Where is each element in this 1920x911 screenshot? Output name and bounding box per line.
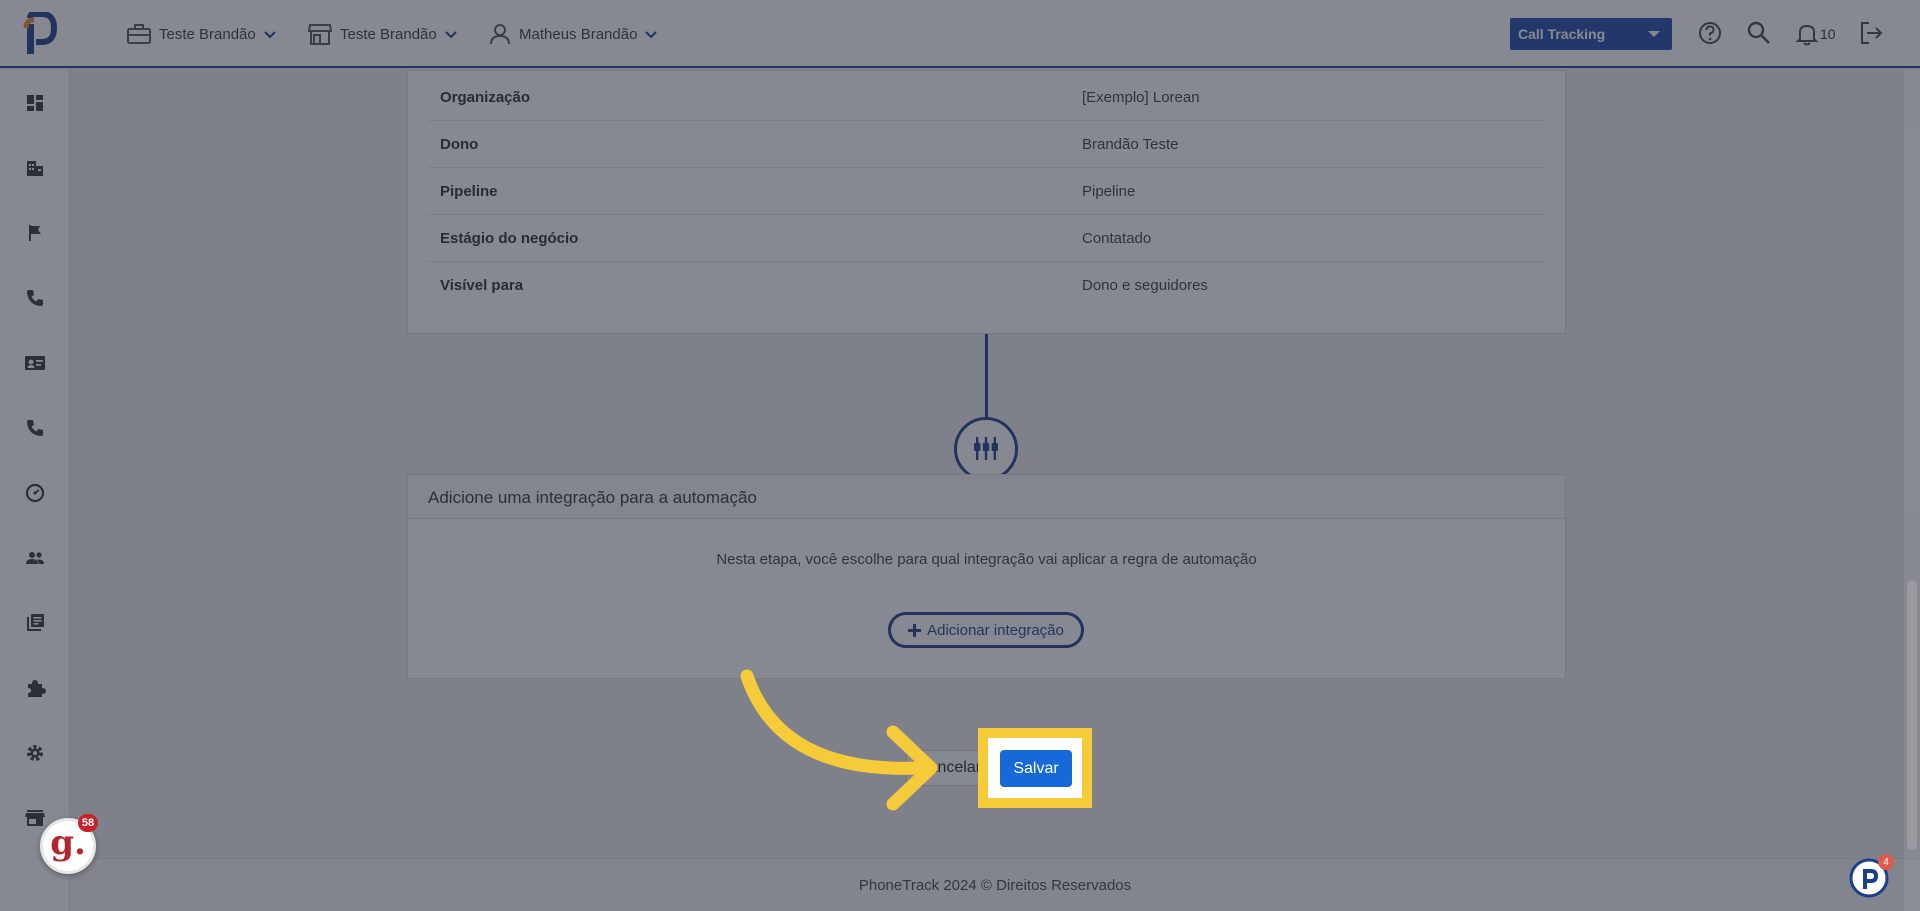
integration-card-title: Adicione uma integração para a automação	[408, 475, 1565, 519]
top-bar: Teste Brandão Teste Brandão Matheus Bran…	[0, 0, 1920, 68]
footer-text: PhoneTrack 2024 © Direitos Reservados	[858, 876, 1132, 894]
sidebar-item-settings[interactable]	[24, 742, 46, 764]
integration-card-description: Nesta etapa, você escolhe para qual inte…	[716, 551, 1257, 568]
sidebar-item-dashboard[interactable]	[24, 92, 46, 114]
store-label: Teste Brandão	[340, 25, 437, 43]
store-icon	[25, 810, 45, 826]
detail-label: Organização	[440, 89, 531, 106]
chevron-down-icon	[445, 31, 457, 39]
detail-row: Visível para Dono e seguidores	[428, 262, 1545, 309]
sidebar	[0, 70, 70, 911]
logout-icon[interactable]	[1858, 20, 1884, 46]
add-integration-label: Adicionar integração	[927, 621, 1064, 639]
user-label: Matheus Brandão	[519, 25, 638, 43]
store-icon	[308, 24, 332, 45]
notifications-count: 10	[1820, 26, 1836, 42]
plus-icon	[908, 623, 922, 637]
dashboard-icon	[27, 95, 43, 111]
detail-label: Dono	[440, 136, 479, 153]
product-select-label: Call Tracking	[1518, 26, 1606, 42]
chevron-down-icon	[264, 31, 276, 39]
library-icon	[27, 614, 44, 631]
sidebar-item-campaigns[interactable]	[24, 222, 46, 244]
flow-connector-node	[954, 417, 1018, 481]
sidebar-item-store[interactable]	[24, 807, 46, 829]
integration-card: Adicione uma integração para a automação…	[407, 474, 1566, 679]
contact-card-icon	[25, 356, 45, 370]
user-selector[interactable]: Matheus Brandão	[489, 22, 658, 46]
detail-value: [Exemplo] Lorean	[1082, 89, 1200, 106]
building-icon	[27, 161, 43, 176]
phonetrack-widget-badge: 4	[1878, 854, 1894, 870]
sidebar-item-integrations[interactable]	[24, 677, 46, 699]
puzzle-icon	[28, 680, 46, 697]
g-widget-badge: 58	[78, 814, 98, 832]
speedometer-icon	[25, 483, 45, 503]
flag-icon	[29, 225, 41, 241]
details-card: Organização [Exemplo] Lorean Dono Brandã…	[407, 70, 1566, 334]
detail-value: Pipeline	[1082, 183, 1136, 200]
user-icon	[490, 24, 510, 45]
detail-value: Dono e seguidores	[1082, 277, 1208, 294]
tutorial-arrow-icon	[740, 669, 938, 811]
flow-connector-line	[985, 334, 988, 418]
sidebar-item-performance[interactable]	[24, 482, 46, 504]
sidebar-item-phone-numbers[interactable]	[24, 417, 46, 439]
phone-icon	[27, 420, 43, 436]
sidebar-item-users[interactable]	[24, 547, 46, 569]
account-label: Teste Brandão	[159, 25, 256, 43]
detail-label: Visível para	[440, 277, 524, 294]
add-integration-button[interactable]: Adicionar integração	[888, 612, 1084, 648]
phone-icon	[27, 290, 43, 306]
detail-label: Pipeline	[440, 183, 498, 200]
footer: PhoneTrack 2024 © Direitos Reservados	[70, 858, 1920, 911]
detail-label: Estágio do negócio	[440, 230, 579, 247]
gear-icon	[27, 745, 43, 761]
search-icon[interactable]	[1746, 20, 1772, 46]
detail-value: Brandão Teste	[1082, 136, 1179, 153]
briefcase-icon	[127, 24, 151, 44]
product-select[interactable]: Call Tracking	[1510, 18, 1672, 50]
caret-down-icon	[1648, 31, 1660, 37]
integration-plug-icon	[974, 437, 998, 460]
detail-row: Dono Brandão Teste	[428, 121, 1545, 168]
help-icon[interactable]	[1697, 20, 1723, 46]
detail-row: Estágio do negócio Contatado	[428, 215, 1545, 262]
bell-icon	[1796, 24, 1818, 46]
detail-row: Organização [Exemplo] Lorean	[428, 74, 1545, 121]
chevron-down-icon	[645, 31, 658, 39]
save-button[interactable]: Salvar	[1000, 750, 1072, 787]
sidebar-item-library[interactable]	[24, 612, 46, 634]
account-selector[interactable]: Teste Brandão	[127, 22, 276, 46]
sidebar-item-calls[interactable]	[24, 287, 46, 309]
sidebar-item-companies[interactable]	[24, 157, 46, 179]
store-selector[interactable]: Teste Brandão	[308, 22, 457, 46]
detail-value: Contatado	[1082, 230, 1152, 247]
people-icon	[26, 552, 44, 564]
detail-row: Pipeline Pipeline	[428, 168, 1545, 215]
notifications-button[interactable]: 10	[1796, 22, 1836, 46]
phonetrack-logo[interactable]	[22, 12, 58, 56]
sidebar-item-contacts[interactable]	[24, 352, 46, 374]
g-widget-logo: g.	[50, 823, 86, 863]
scrollbar-thumb[interactable]	[1907, 580, 1917, 850]
